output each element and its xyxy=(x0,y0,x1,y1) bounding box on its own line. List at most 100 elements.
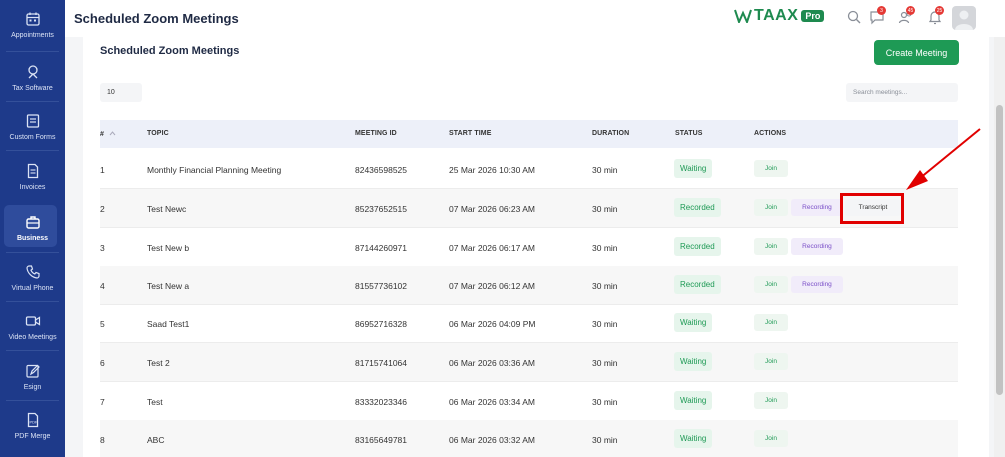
cell-topic: Saad Test1 xyxy=(147,319,190,329)
search-icon[interactable] xyxy=(846,9,862,25)
recording-button[interactable]: Recording xyxy=(791,276,843,293)
bell-count-badge: 25 xyxy=(935,6,944,15)
top-header: Scheduled Zoom Meetings TAAX Pro 3 45 25 xyxy=(65,0,1005,37)
sidebar-item-custom-forms[interactable]: Custom Forms xyxy=(0,102,65,151)
cell-start-time: 06 Mar 2026 04:09 PM xyxy=(449,319,536,329)
sidebar-item-pdf-merge[interactable]: PDF PDF Merge xyxy=(0,401,65,450)
cell-topic: Test 2 xyxy=(147,358,170,368)
logo-pro-badge: Pro xyxy=(801,10,825,22)
column-header-meeting-id: MEETING ID xyxy=(355,130,397,137)
edit-icon xyxy=(25,364,40,378)
sidebar-item-label: Virtual Phone xyxy=(11,284,54,292)
sidebar-item-tax-software[interactable]: Tax Software xyxy=(0,53,65,102)
avatar[interactable] xyxy=(952,6,976,30)
join-button[interactable]: Join xyxy=(754,314,788,331)
sidebar-item-appointments[interactable]: Appointments xyxy=(0,0,65,49)
cell-meeting-id: 83332023346 xyxy=(355,397,408,407)
column-header-topic: TOPIC xyxy=(147,130,169,137)
join-button[interactable]: Join xyxy=(754,160,788,177)
cell-start-time: 06 Mar 2026 03:34 AM xyxy=(449,397,536,407)
divider xyxy=(6,51,59,52)
join-button[interactable]: Join xyxy=(754,392,788,409)
sidebar-item-label: Business xyxy=(16,234,49,242)
notifications-button[interactable]: 25 xyxy=(927,6,944,25)
chat-count-badge: 3 xyxy=(877,6,886,15)
status-badge: Waiting xyxy=(674,313,713,332)
scrollbar-thumb[interactable] xyxy=(996,105,1003,395)
column-header-num[interactable]: # xyxy=(100,130,116,138)
sidebar-item-label: Custom Forms xyxy=(9,133,56,141)
sidebar-item-business[interactable]: Business xyxy=(0,203,65,252)
cell-num: 7 xyxy=(100,397,105,407)
sidebar-item-label: Video Meetings xyxy=(8,333,57,341)
cell-topic: ABC xyxy=(147,435,165,445)
taax-logo[interactable]: TAAX Pro xyxy=(734,7,825,25)
cell-num: 2 xyxy=(100,204,105,214)
cell-topic: Test New b xyxy=(147,243,190,253)
join-button[interactable]: Join xyxy=(754,238,788,255)
cell-topic: Monthly Financial Planning Meeting xyxy=(147,165,282,175)
join-button[interactable]: Join xyxy=(754,199,788,216)
status-badge: Waiting xyxy=(674,159,713,178)
users-button[interactable]: 45 xyxy=(898,6,915,25)
logo-leaf-icon xyxy=(734,9,752,23)
join-button[interactable]: Join xyxy=(754,430,788,447)
table-row: 6 Test 2 81715741064 06 Mar 2026 03:36 A… xyxy=(100,343,958,382)
search-input[interactable] xyxy=(846,83,958,102)
cell-meeting-id: 81715741064 xyxy=(355,358,408,368)
column-header-start-time: START TIME xyxy=(449,130,492,137)
sidebar-item-label: Tax Software xyxy=(12,84,53,92)
svg-text:PDF: PDF xyxy=(29,419,38,424)
cell-start-time: 25 Mar 2026 10:30 AM xyxy=(449,165,536,175)
status-badge: Recorded xyxy=(674,237,721,256)
divider xyxy=(6,350,59,351)
recording-button[interactable]: Recording xyxy=(791,238,843,255)
sidebar-item-label: Appointments xyxy=(11,31,54,39)
sidebar-item-virtual-phone[interactable]: Virtual Phone xyxy=(0,253,65,302)
column-header-status: STATUS xyxy=(675,130,703,137)
join-button[interactable]: Join xyxy=(754,353,788,370)
table-row: 3 Test New b 87144260971 07 Mar 2026 06:… xyxy=(100,228,958,267)
chat-button[interactable]: 3 xyxy=(869,6,886,25)
table-row: 8 ABC 83165649781 06 Mar 2026 03:32 AM 3… xyxy=(100,420,958,457)
sidebar: Appointments Tax Software Custom Forms I… xyxy=(0,0,65,457)
cell-meeting-id: 83165649781 xyxy=(355,435,408,445)
table-row: 5 Saad Test1 86952716328 06 Mar 2026 04:… xyxy=(100,304,958,343)
sidebar-item-esign[interactable]: Esign xyxy=(0,352,65,401)
cell-topic: Test Newc xyxy=(147,204,187,214)
table-row: 7 Test 83332023346 06 Mar 2026 03:34 AM … xyxy=(100,382,958,421)
status-badge: Waiting xyxy=(674,429,713,448)
cell-duration: 30 min xyxy=(592,435,618,445)
cell-num: 1 xyxy=(100,165,105,175)
cell-start-time: 06 Mar 2026 03:36 AM xyxy=(449,358,536,368)
cell-start-time: 07 Mar 2026 06:23 AM xyxy=(449,204,536,214)
header-title: Scheduled Zoom Meetings xyxy=(74,11,239,26)
scrollbar[interactable] xyxy=(994,37,1005,457)
calendar-icon xyxy=(25,12,40,26)
create-meeting-button[interactable]: Create Meeting xyxy=(874,40,959,65)
sidebar-item-video-meetings[interactable]: Video Meetings xyxy=(0,302,65,351)
transcript-highlight-box xyxy=(840,193,904,224)
column-header-actions: ACTIONS xyxy=(754,130,787,137)
divider xyxy=(6,150,59,151)
sidebar-item-invoices[interactable]: Invoices xyxy=(0,152,65,201)
sidebar-item-label: Invoices xyxy=(19,183,46,191)
recording-button[interactable]: Recording xyxy=(791,199,843,216)
table-row: 1 Monthly Financial Planning Meeting 824… xyxy=(100,150,958,189)
cell-num: 5 xyxy=(100,319,105,329)
page-size-select[interactable]: 10 xyxy=(100,83,142,102)
column-header-duration: DURATION xyxy=(592,130,630,137)
cell-num: 4 xyxy=(100,281,105,291)
cell-duration: 30 min xyxy=(592,281,618,291)
sidebar-item-label: Esign xyxy=(23,383,42,391)
form-icon xyxy=(26,113,39,128)
pdf-icon: PDF xyxy=(27,412,38,427)
invoice-icon xyxy=(27,163,38,178)
join-button[interactable]: Join xyxy=(754,276,788,293)
sidebar-item-label: PDF Merge xyxy=(14,432,51,440)
cell-start-time: 06 Mar 2026 03:32 AM xyxy=(449,435,536,445)
table-row: 4 Test New a 81557736102 07 Mar 2026 06:… xyxy=(100,266,958,305)
cell-num: 3 xyxy=(100,243,105,253)
status-badge: Waiting xyxy=(674,391,713,410)
cell-meeting-id: 87144260971 xyxy=(355,243,408,253)
